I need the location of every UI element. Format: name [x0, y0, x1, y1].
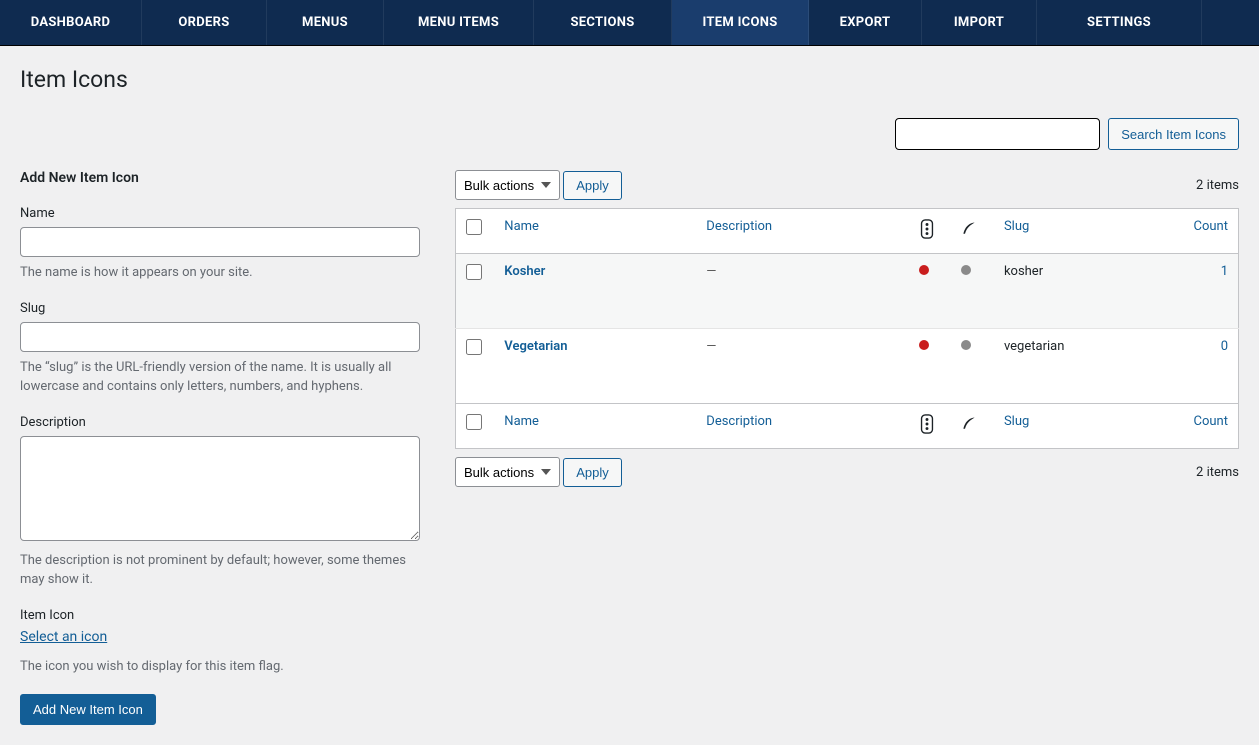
item-icons-table: Name Description Slug Count: [455, 208, 1239, 449]
add-item-icon-button[interactable]: Add New Item Icon: [20, 694, 156, 725]
name-desc: The name is how it appears on your site.: [20, 263, 420, 283]
search-input[interactable]: [895, 118, 1100, 150]
items-count-bottom: 2 items: [1196, 465, 1239, 480]
add-form: Add New Item Icon Name The name is how i…: [20, 170, 420, 725]
item-icon-label: Item Icon: [20, 608, 420, 623]
row-checkbox[interactable]: [466, 264, 482, 280]
table-row: Vegetarian — vegetarian 0: [456, 329, 1239, 404]
select-icon-link[interactable]: Select an icon: [20, 629, 107, 645]
feather-icon: [951, 209, 994, 254]
select-all-bottom[interactable]: [466, 414, 482, 430]
row-name-link[interactable]: Kosher: [504, 264, 545, 279]
item-icon-desc: The icon you wish to display for this it…: [20, 657, 420, 677]
status-dot-red: [919, 340, 929, 350]
description-input[interactable]: [20, 436, 420, 541]
nav-menu-items[interactable]: MENU ITEMS: [384, 0, 534, 45]
col-name-header[interactable]: Name: [504, 219, 539, 234]
table-row: Kosher — kosher 1: [456, 254, 1239, 329]
col-description-footer[interactable]: Description: [706, 414, 772, 429]
nav-export[interactable]: EXPORT: [809, 0, 922, 45]
row-description: —: [706, 339, 716, 354]
col-name-footer[interactable]: Name: [504, 414, 539, 429]
col-count-footer[interactable]: Count: [1194, 414, 1228, 429]
search-row: Search Item Icons: [20, 118, 1239, 150]
select-all-top[interactable]: [466, 219, 482, 235]
page-title: Item Icons: [20, 66, 1239, 93]
nav-orders[interactable]: ORDERS: [142, 0, 267, 45]
top-nav: DASHBOARD ORDERS MENUS MENU ITEMS SECTIO…: [0, 0, 1259, 46]
bulk-actions-select-top[interactable]: Bulk actions: [455, 170, 560, 200]
description-desc: The description is not prominent by defa…: [20, 551, 420, 590]
col-slug-footer[interactable]: Slug: [1004, 414, 1029, 429]
nav-settings[interactable]: SETTINGS: [1037, 0, 1202, 45]
row-checkbox[interactable]: [466, 339, 482, 355]
name-input[interactable]: [20, 227, 420, 257]
bulk-actions-select-bottom[interactable]: Bulk actions: [455, 457, 560, 487]
stoplight-icon: [909, 404, 952, 449]
slug-label: Slug: [20, 301, 420, 316]
row-slug: vegetarian: [1004, 339, 1064, 354]
nav-menus[interactable]: MENUS: [267, 0, 384, 45]
col-description-header[interactable]: Description: [706, 219, 772, 234]
nav-sections[interactable]: SECTIONS: [534, 0, 672, 45]
row-count-link[interactable]: 0: [1221, 339, 1228, 354]
items-count-top: 2 items: [1196, 178, 1239, 193]
row-count-link[interactable]: 1: [1221, 264, 1228, 279]
row-slug: kosher: [1004, 264, 1043, 279]
search-button[interactable]: Search Item Icons: [1108, 118, 1239, 150]
feather-icon: [951, 404, 994, 449]
nav-item-icons[interactable]: ITEM ICONS: [672, 0, 809, 45]
col-count-header[interactable]: Count: [1194, 219, 1228, 234]
row-description: —: [706, 264, 716, 279]
status-dot-grey: [961, 340, 971, 350]
nav-import[interactable]: IMPORT: [922, 0, 1037, 45]
apply-button-bottom[interactable]: Apply: [563, 458, 622, 487]
nav-dashboard[interactable]: DASHBOARD: [0, 0, 142, 45]
list-panel: Bulk actions Apply 2 items Name Descript…: [455, 170, 1239, 725]
description-label: Description: [20, 415, 420, 430]
col-slug-header[interactable]: Slug: [1004, 219, 1029, 234]
apply-button-top[interactable]: Apply: [563, 171, 622, 200]
slug-input[interactable]: [20, 322, 420, 352]
stoplight-icon: [909, 209, 952, 254]
row-name-link[interactable]: Vegetarian: [504, 339, 567, 354]
form-heading: Add New Item Icon: [20, 170, 420, 186]
status-dot-red: [919, 265, 929, 275]
status-dot-grey: [961, 265, 971, 275]
slug-desc: The “slug” is the URL-friendly version o…: [20, 358, 420, 397]
name-label: Name: [20, 206, 420, 221]
